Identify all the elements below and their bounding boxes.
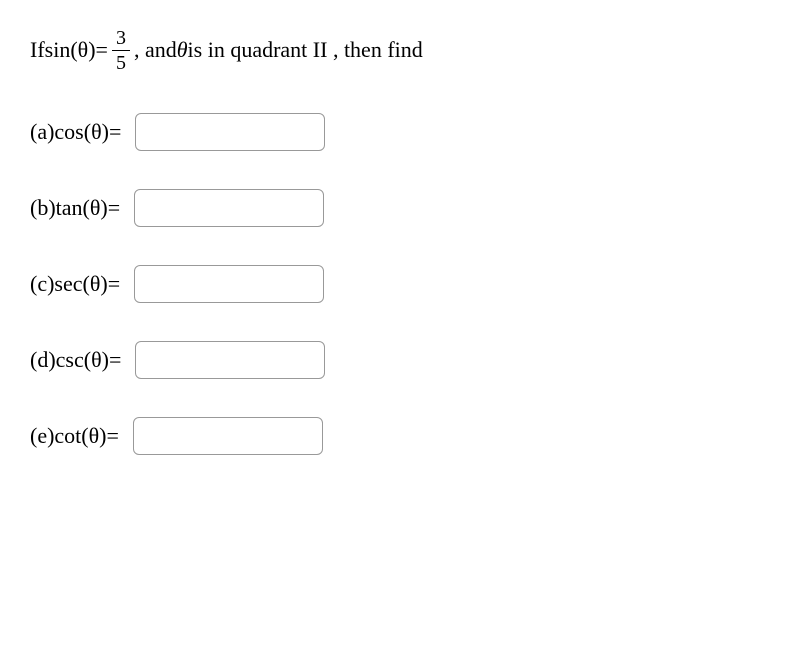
cot-expression: cot(θ) [54,423,106,449]
equals-sign: = [108,271,120,297]
problem-statement: If sin(θ) = 3 5 , and θ is in quadrant I… [30,28,770,73]
fraction: 3 5 [112,28,130,73]
fraction-numerator: 3 [112,28,130,50]
csc-expression: csc(θ) [56,347,109,373]
equals-sign: = [109,119,121,145]
equals-sign: = [108,195,120,221]
part-a-label: (a) cos(θ) = [30,119,121,145]
theta-var: θ [177,35,188,66]
cos-input[interactable] [135,113,325,151]
tan-input[interactable] [134,189,324,227]
part-b-label: (b) tan(θ) = [30,195,120,221]
part-c-label: (c) sec(θ) = [30,271,120,297]
problem-prefix: If [30,35,45,66]
sec-input[interactable] [134,265,324,303]
sin-expression: sin(θ) [45,35,96,66]
part-e-label: (e) cot(θ) = [30,423,119,449]
part-e-row: (e) cot(θ) = [30,417,770,455]
equals-sign: = [109,347,121,373]
part-a-row: (a) cos(θ) = [30,113,770,151]
equals-sign: = [107,423,119,449]
part-d-label: (d) csc(θ) = [30,347,121,373]
quadrant-text: is in quadrant II , then find [188,35,423,66]
part-letter: (d) [30,347,56,373]
part-b-row: (b) tan(θ) = [30,189,770,227]
sec-expression: sec(θ) [54,271,107,297]
part-letter: (b) [30,195,56,221]
fraction-denominator: 5 [112,50,130,73]
part-letter: (a) [30,119,54,145]
problem-middle: , and [134,35,177,66]
cot-input[interactable] [133,417,323,455]
equals-sign: = [96,35,108,66]
part-c-row: (c) sec(θ) = [30,265,770,303]
part-d-row: (d) csc(θ) = [30,341,770,379]
csc-input[interactable] [135,341,325,379]
part-letter: (e) [30,423,54,449]
tan-expression: tan(θ) [56,195,108,221]
part-letter: (c) [30,271,54,297]
cos-expression: cos(θ) [54,119,109,145]
